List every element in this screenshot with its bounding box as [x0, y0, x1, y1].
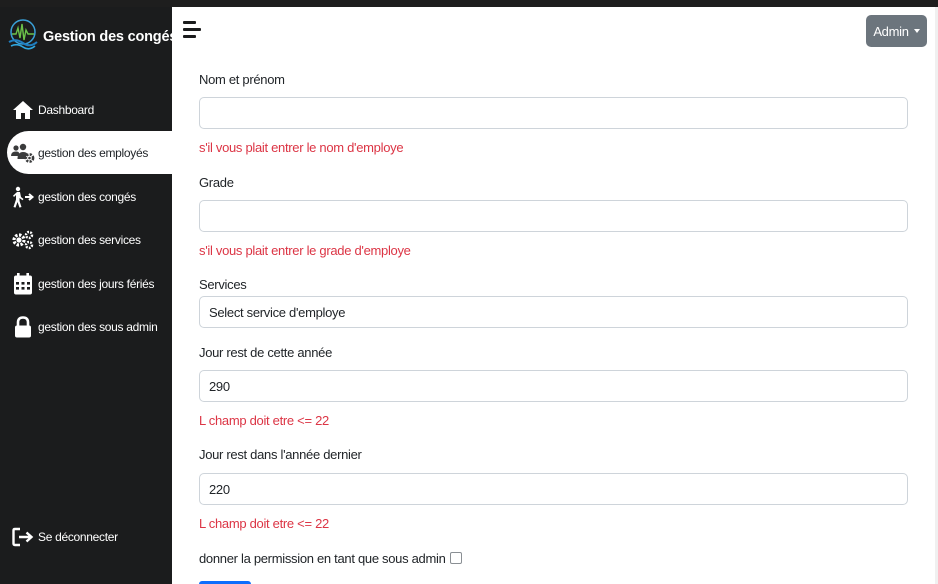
admin-dropdown-button[interactable]: Admin [866, 15, 927, 47]
cogs-icon [8, 228, 38, 252]
sidebar-item-jours-feries[interactable]: gestion des jours fériés [0, 262, 172, 305]
caret-down-icon [913, 29, 920, 33]
sidebar-item-dashboard[interactable]: Dashboard [0, 88, 172, 131]
sidebar-item-label: gestion des services [38, 232, 141, 247]
permission-checkbox[interactable] [449, 552, 462, 564]
top-navbar: Admin [172, 7, 938, 55]
permission-label: donner la permission en tant que sous ad… [199, 551, 446, 566]
sidebar-item-employes[interactable]: gestion des employés [7, 131, 172, 174]
jour-rest-label: Jour rest de cette année [199, 345, 333, 360]
jour-rest-dernier-input[interactable]: 220 [199, 473, 908, 505]
jour-rest-input[interactable]: 290 [199, 370, 908, 402]
nom-error: s'il vous plait entrer le nom d'employe [199, 140, 404, 155]
lock-icon [8, 315, 38, 339]
brand-title: Gestion des congés [43, 29, 178, 45]
grade-error: s'il vous plait entrer le grade d'employ… [199, 243, 411, 258]
logout-label: Se déconnecter [38, 529, 118, 544]
sidebar-item-label: gestion des sous admin [38, 319, 158, 334]
services-label: Services [199, 277, 247, 292]
grade-label: Grade [199, 175, 234, 190]
sidebar-item-label: gestion des jours fériés [38, 276, 155, 291]
window-top-strip [0, 0, 938, 7]
jour-rest-dernier-error: L champ doit etre <= 22 [199, 516, 329, 531]
logo-icon [7, 18, 39, 57]
permission-row: donner la permission en tant que sous ad… [199, 551, 462, 566]
menu-toggle-icon[interactable] [183, 21, 201, 39]
brand: Gestion des congés [7, 14, 177, 60]
nom-input[interactable] [199, 97, 908, 129]
sidebar-item-services[interactable]: gestion des services [0, 218, 172, 261]
grade-input[interactable] [199, 200, 908, 232]
sidebar-item-label: gestion des employés [38, 145, 149, 160]
walking-arrow-icon [8, 185, 38, 209]
calendar-icon [8, 272, 38, 296]
jour-rest-error: L champ doit etre <= 22 [199, 413, 329, 428]
logout-link[interactable]: Se déconnecter [0, 515, 172, 558]
sidebar-item-label: gestion des congés [38, 189, 137, 204]
sidebar-item-label: Dashboard [38, 102, 95, 117]
sign-out-icon [8, 525, 38, 549]
services-select[interactable]: Select service d'employe [199, 296, 908, 328]
sidebar-item-conges[interactable]: gestion des congés [0, 175, 172, 218]
sidebar: Gestion des congés Dashboard gestion des… [0, 7, 177, 584]
jour-rest-dernier-label: Jour rest dans l'année dernier [199, 447, 362, 462]
users-cog-icon [8, 141, 38, 165]
nom-label: Nom et prénom [199, 72, 285, 87]
admin-button-label: Admin [873, 23, 909, 39]
sidebar-item-sous-admin[interactable]: gestion des sous admin [0, 305, 172, 348]
home-icon [8, 98, 38, 122]
